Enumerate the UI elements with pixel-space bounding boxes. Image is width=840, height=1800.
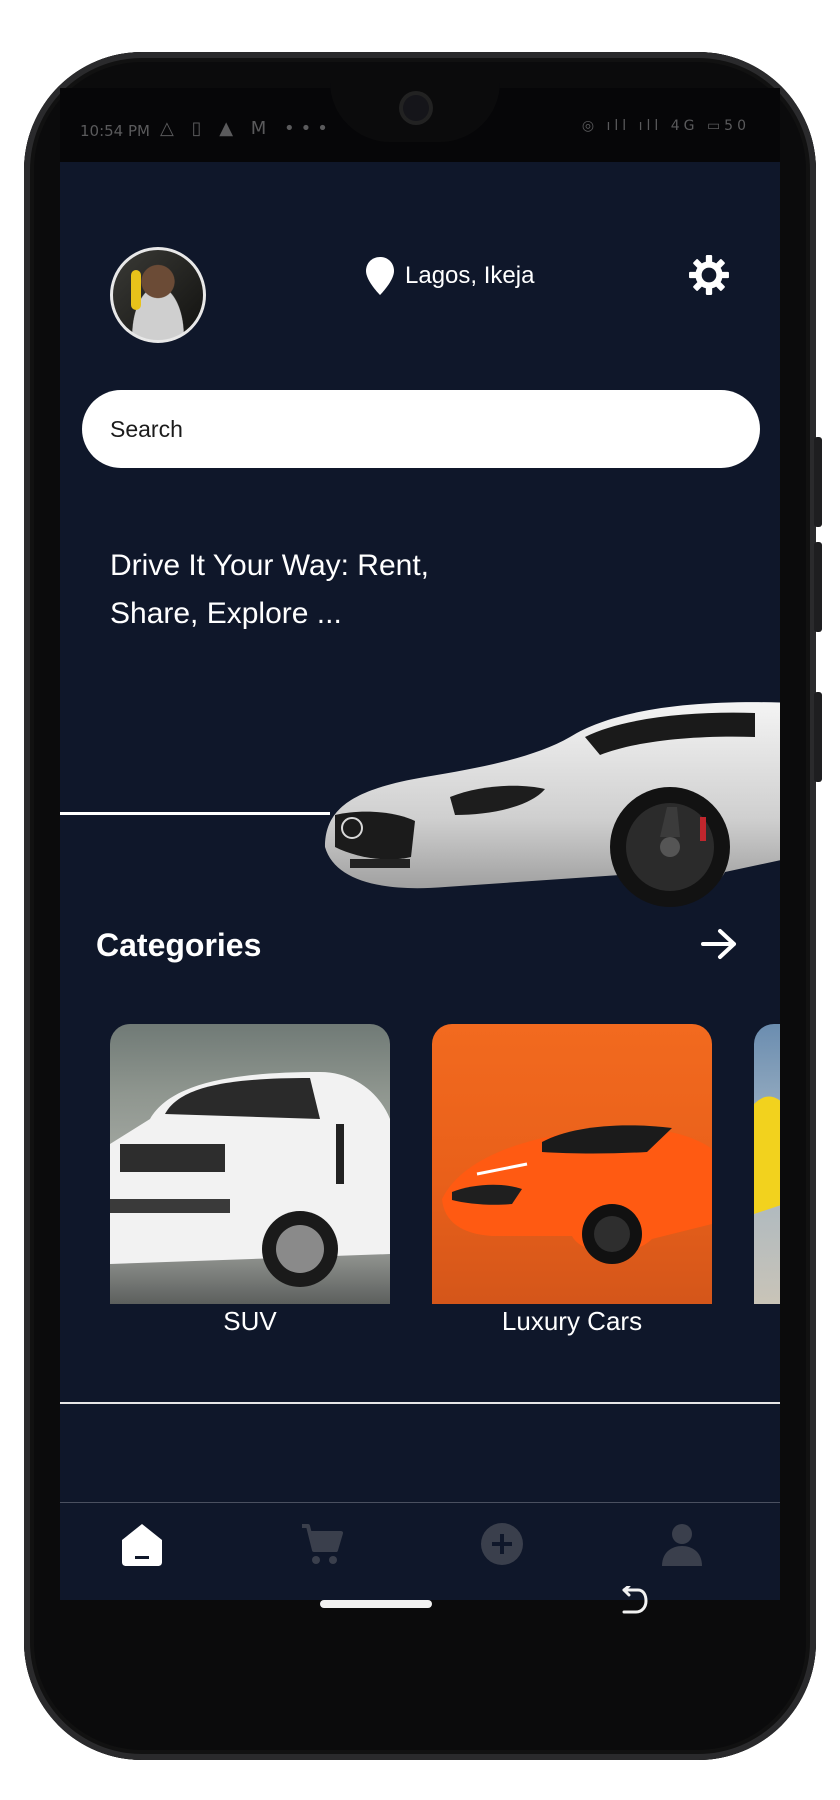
location-label: Lagos, Ikeja (405, 262, 535, 289)
home-icon[interactable] (118, 1520, 166, 1568)
category-card-suv[interactable]: SUV (110, 1024, 390, 1337)
status-time: 10:54 PM (80, 122, 150, 140)
avatar-rim-light (131, 270, 141, 310)
bottom-nav-border (60, 1502, 780, 1503)
gear-icon[interactable] (688, 254, 730, 296)
hero-car-image (325, 702, 780, 907)
yellow-car-photo (754, 1024, 780, 1304)
signal-battery-icons: ◎ ıll ıll 4G ▭50 (581, 118, 750, 134)
power-button (814, 692, 822, 782)
search-input[interactable] (82, 390, 760, 468)
volume-up-button (814, 437, 822, 527)
hero-divider-line (60, 812, 330, 815)
orange-sports-car-photo (432, 1024, 712, 1304)
white-suv-photo (110, 1024, 390, 1304)
cart-icon[interactable] (298, 1520, 346, 1568)
back-gesture-icon[interactable] (620, 1586, 648, 1616)
content-divider (60, 1402, 780, 1404)
volume-down-button (814, 542, 822, 632)
hero-tagline: Drive It Your Way: Rent, Share, Explore … (110, 549, 430, 630)
app-screen: Lagos, Ikeja Drive It Your Way: Rent, Sh… (60, 162, 780, 1600)
notification-icons: △ ▯ ▲ M ••• (160, 118, 334, 139)
front-camera (403, 95, 429, 121)
location-selector[interactable]: Lagos, Ikeja (365, 256, 534, 296)
arrow-right-icon[interactable] (700, 927, 740, 961)
add-circle-icon[interactable] (478, 1520, 526, 1568)
category-label-luxury-cars: Luxury Cars (501, 1306, 643, 1336)
category-card-partial[interactable] (754, 1024, 780, 1306)
category-card-luxury-cars[interactable]: Luxury Cars (432, 1024, 712, 1337)
user-avatar[interactable] (110, 247, 206, 343)
categories-title: Categories (96, 927, 262, 963)
category-label-suv: SUV (223, 1306, 277, 1336)
profile-icon[interactable] (658, 1520, 706, 1568)
home-gesture-bar[interactable] (320, 1600, 432, 1608)
map-pin-icon (366, 257, 394, 295)
